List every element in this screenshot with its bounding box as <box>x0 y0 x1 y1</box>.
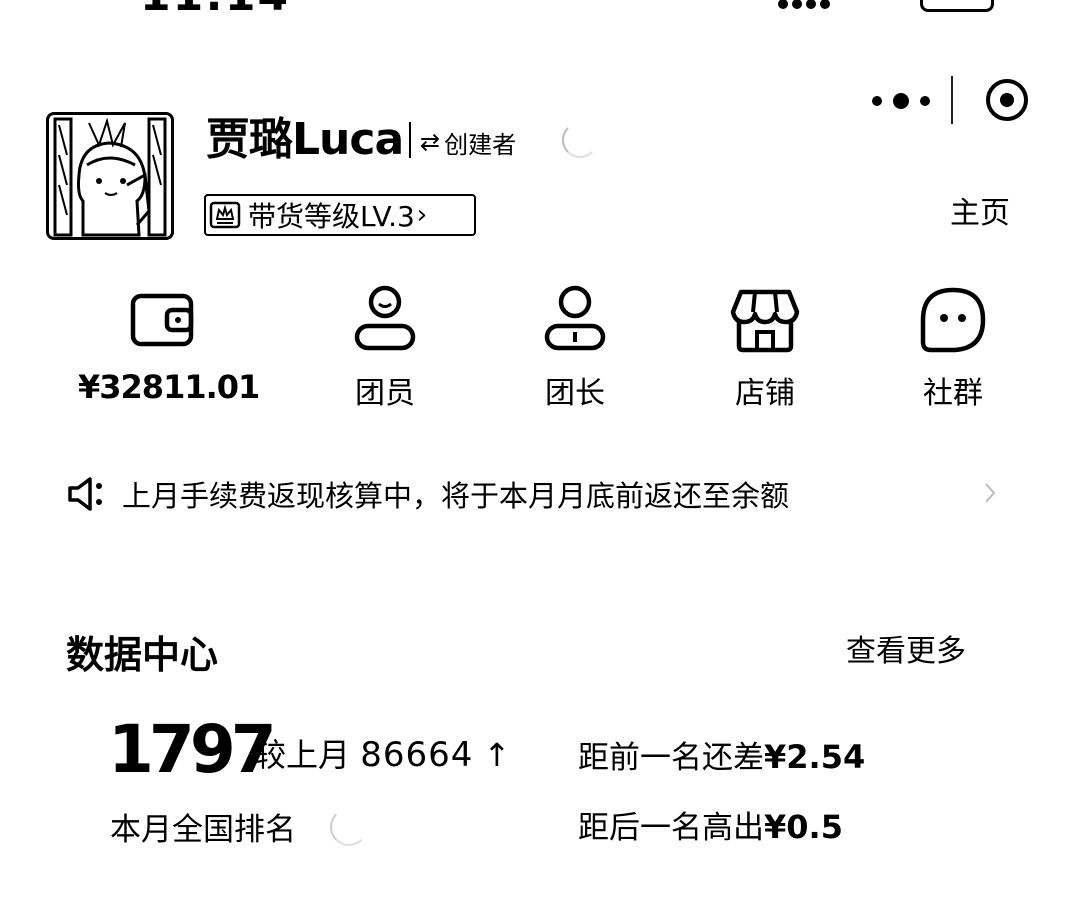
homepage-link[interactable]: 主页 <box>950 188 1010 232</box>
community-icon <box>920 287 986 353</box>
rank-change-value: 86664 <box>360 735 474 775</box>
member-icon <box>354 285 416 351</box>
name-divider <box>409 122 411 158</box>
leader-label: 团长 <box>545 376 605 411</box>
entry-leader[interactable]: 团长 <box>490 284 660 414</box>
leader-icon <box>544 285 606 351</box>
store-label: 店铺 <box>735 376 795 411</box>
entry-community[interactable]: 社群 <box>868 284 1038 414</box>
community-label: 社群 <box>923 376 983 411</box>
chevron-right-icon[interactable] <box>980 478 1000 508</box>
level-badge[interactable]: 带货等级LV.3 › <box>204 194 476 236</box>
crown-badge-icon <box>209 201 241 229</box>
section-title: 数据中心 <box>66 633 219 677</box>
rank-change-prefix: 较上月 <box>254 736 351 774</box>
role-label: 创建者 <box>444 130 517 159</box>
view-more-label: 查看更多 <box>846 634 966 669</box>
notice-bar[interactable]: 上月手续费返现核算中，将于本月月底前返还至余额 <box>66 472 789 516</box>
gap-to-next: 距后一名高出¥0.5 <box>578 802 843 847</box>
entry-balance[interactable]: ¥32811.01 <box>78 284 260 414</box>
national-rank-value: 1797 <box>108 711 277 788</box>
entry-members[interactable]: 团员 <box>300 284 470 414</box>
signal-icon <box>778 0 838 9</box>
more-dots-icon[interactable] <box>872 86 930 116</box>
balance-amount: ¥32811.01 <box>78 368 260 406</box>
target-icon[interactable] <box>985 78 1029 122</box>
loading-spinner-icon <box>562 122 598 158</box>
gap-prev-value: ¥2.54 <box>764 738 866 776</box>
avatar-illustration <box>53 117 167 237</box>
switch-arrows-icon: ⇄ <box>420 128 441 156</box>
wallet-icon <box>130 293 194 347</box>
notice-text: 上月手续费返现核算中，将于本月月底前返还至余额 <box>122 479 790 513</box>
avatar[interactable] <box>46 112 174 240</box>
speaker-icon <box>68 477 102 511</box>
gap-to-previous: 距前一名还差¥2.54 <box>578 732 865 777</box>
store-icon <box>730 289 800 353</box>
username: 贾璐Luca <box>206 114 404 165</box>
rank-change: 较上月 86664 ↑ <box>254 730 510 776</box>
role-switch-button[interactable]: ⇄ 创建者 <box>420 122 516 162</box>
arrow-up-icon: ↑ <box>483 736 511 774</box>
level-label: 带货等级LV.3 <box>248 200 415 233</box>
capsule-divider <box>951 76 953 124</box>
chevron-right-icon: › <box>416 200 428 230</box>
view-more-link[interactable]: 查看更多 <box>846 626 966 670</box>
rank-label: 本月全国排名 <box>110 812 296 848</box>
entry-store[interactable]: 店铺 <box>680 284 850 414</box>
status-time: 11:14 <box>140 0 290 21</box>
battery-icon <box>920 0 994 12</box>
gap-next-label: 距后一名高出 <box>578 810 764 846</box>
gap-next-value: ¥0.5 <box>764 808 843 846</box>
members-label: 团员 <box>355 376 415 411</box>
gap-prev-label: 距前一名还差 <box>578 740 764 776</box>
loading-spinner-icon <box>330 808 368 846</box>
